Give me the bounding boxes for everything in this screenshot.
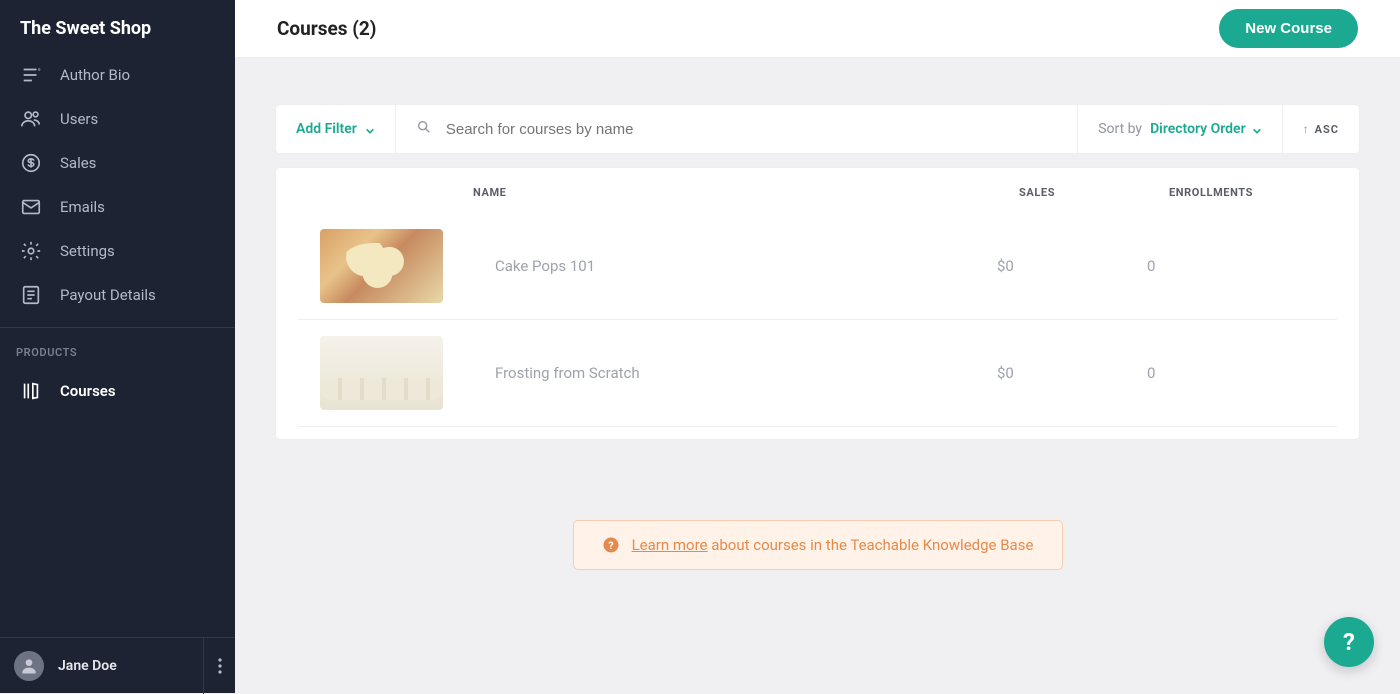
- sidebar-item-payout-details[interactable]: Payout Details: [0, 273, 235, 317]
- avatar: [14, 651, 44, 681]
- sales-icon: [20, 152, 42, 174]
- course-name: Frosting from Scratch: [495, 364, 997, 382]
- sidebar-section-products: PRODUCTS: [0, 328, 235, 369]
- page-title: Courses (2): [277, 17, 376, 40]
- add-filter-label: Add Filter: [296, 121, 357, 137]
- settings-icon: [20, 240, 42, 262]
- sort-by-label: Sort by: [1098, 121, 1142, 137]
- sidebar-item-label: Users: [60, 110, 98, 128]
- sidebar-item-sales[interactable]: Sales: [0, 141, 235, 185]
- nav-main: Author Bio Users Sales Emails: [0, 53, 235, 328]
- emails-icon: [20, 196, 42, 218]
- banner-text: about courses in the Teachable Knowledge…: [707, 536, 1033, 554]
- author-bio-icon: [20, 64, 42, 86]
- sidebar-item-label: Author Bio: [60, 66, 130, 84]
- course-enrollments: 0: [1147, 257, 1297, 275]
- course-thumbnail: [320, 229, 443, 303]
- user-menu[interactable]: Jane Doe: [0, 651, 203, 681]
- sidebar-footer: Jane Doe: [0, 637, 235, 693]
- course-thumbnail: [320, 336, 443, 410]
- table-row[interactable]: Cake Pops 101 $0 0: [298, 213, 1337, 320]
- chevron-down-icon: [365, 124, 375, 134]
- new-course-button[interactable]: New Course: [1219, 9, 1358, 48]
- sidebar: The Sweet Shop Author Bio Users Sales: [0, 0, 235, 693]
- table-row[interactable]: Frosting from Scratch $0 0: [298, 320, 1337, 427]
- sidebar-item-emails[interactable]: Emails: [0, 185, 235, 229]
- col-name: NAME: [473, 186, 1019, 199]
- sidebar-item-courses[interactable]: Courses: [0, 369, 235, 413]
- help-banner: ? Learn more about courses in the Teacha…: [573, 520, 1063, 570]
- course-sales: $0: [997, 257, 1147, 275]
- course-name: Cake Pops 101: [495, 257, 997, 275]
- users-icon: [20, 108, 42, 130]
- sidebar-item-label: Sales: [60, 154, 96, 172]
- sidebar-item-label: Courses: [60, 382, 116, 400]
- sidebar-item-settings[interactable]: Settings: [0, 229, 235, 273]
- table-header: NAME SALES ENROLLMENTS: [276, 168, 1359, 213]
- page-header: Courses (2) New Course: [235, 0, 1400, 58]
- sort-by-control[interactable]: Sort by Directory Order: [1078, 105, 1282, 153]
- course-sales: $0: [997, 364, 1147, 382]
- sort-direction-button[interactable]: ↑ ASC: [1283, 105, 1359, 153]
- learn-more-link[interactable]: Learn more: [632, 536, 708, 554]
- chevron-down-icon: [1252, 124, 1262, 134]
- sidebar-item-author-bio[interactable]: Author Bio: [0, 53, 235, 97]
- sidebar-item-label: Payout Details: [60, 286, 156, 304]
- toolbar: Add Filter Sort by Directory Order: [275, 104, 1360, 154]
- user-name: Jane Doe: [58, 658, 117, 674]
- sort-direction-label: ASC: [1315, 123, 1339, 136]
- more-menu-button[interactable]: [203, 638, 235, 694]
- brand-title: The Sweet Shop: [0, 0, 235, 53]
- help-fab[interactable]: ?: [1324, 617, 1374, 667]
- sidebar-item-label: Emails: [60, 198, 105, 216]
- sidebar-item-users[interactable]: Users: [0, 97, 235, 141]
- add-filter-button[interactable]: Add Filter: [276, 105, 396, 153]
- svg-text:?: ?: [608, 539, 613, 552]
- search-field[interactable]: [396, 105, 1078, 153]
- col-enrollments: ENROLLMENTS: [1169, 186, 1319, 199]
- search-icon: [416, 119, 432, 139]
- nav-products: Courses: [0, 369, 235, 423]
- course-enrollments: 0: [1147, 364, 1297, 382]
- help-icon: ?: [602, 536, 620, 554]
- sidebar-item-label: Settings: [60, 242, 115, 260]
- sort-by-value[interactable]: Directory Order: [1150, 121, 1262, 137]
- courses-table: NAME SALES ENROLLMENTS Cake Pops 101 $0 …: [275, 167, 1360, 440]
- main: Courses (2) New Course Add Filter: [235, 0, 1400, 693]
- payout-icon: [20, 284, 42, 306]
- col-sales: SALES: [1019, 186, 1169, 199]
- search-input[interactable]: [446, 121, 1057, 138]
- arrow-up-icon: ↑: [1303, 122, 1309, 136]
- content: Add Filter Sort by Directory Order: [235, 58, 1400, 693]
- courses-icon: [20, 380, 42, 402]
